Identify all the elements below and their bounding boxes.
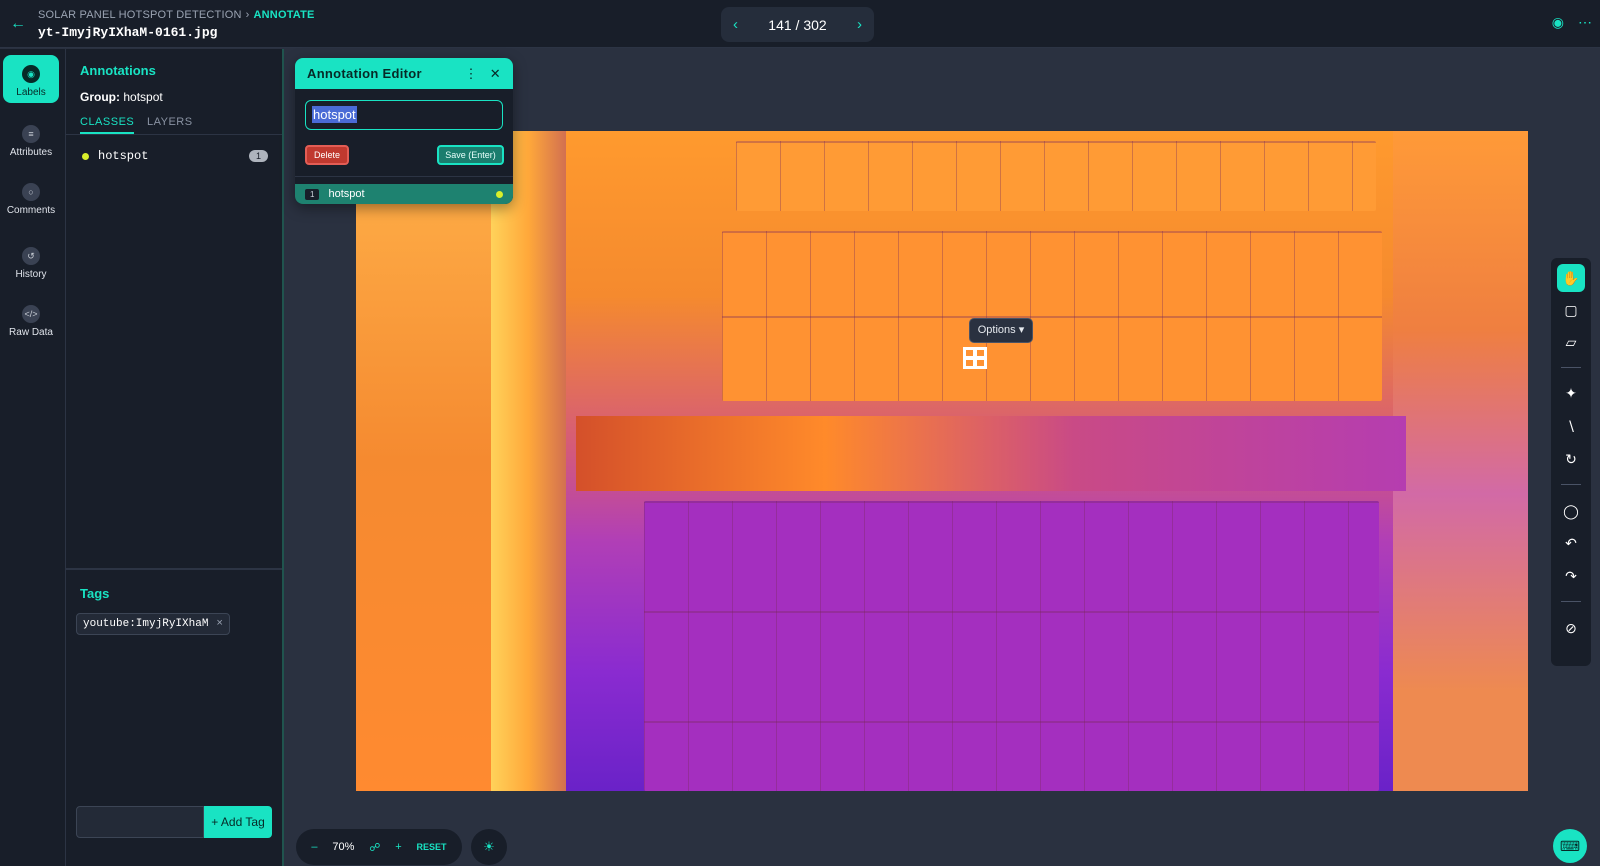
annotations-panel: Annotations Group: hotspot CLASSES LAYER… [66, 49, 284, 866]
divider [66, 568, 282, 570]
image-right-region [1393, 131, 1528, 791]
editor-header: Annotation Editor ⋮ ✕ [295, 58, 513, 89]
solar-panel-row-middle [722, 231, 1382, 401]
options-label: Options [977, 324, 1016, 336]
lock-icon[interactable]: ☍ [369, 841, 380, 854]
kebab-menu-icon[interactable]: ⋮ [464, 66, 477, 82]
rail-labels[interactable]: ◉ Labels [3, 55, 59, 103]
class-name: hotspot [98, 149, 149, 163]
delete-button[interactable]: Delete [305, 145, 349, 165]
solar-panel-row-top [736, 141, 1376, 211]
class-color-dot [82, 152, 89, 160]
rail-history-text: History [15, 269, 47, 280]
group-label: Group: [80, 90, 120, 104]
keyboard-icon[interactable]: ⌨ [1553, 829, 1587, 863]
hide-eye-icon[interactable]: ◉ [1552, 14, 1564, 31]
rail-comments-text: Comments [6, 205, 56, 216]
group-value: hotspot [123, 90, 163, 104]
image-hedge-region [491, 131, 566, 791]
tags-title: Tags [80, 586, 110, 601]
hide-annotations-icon[interactable]: ⊘ [1557, 614, 1585, 642]
zoom-in-icon[interactable]: + [395, 841, 401, 853]
save-button[interactable]: Save (Enter) [437, 145, 504, 165]
suggestion-label: hotspot [328, 188, 365, 200]
breadcrumb-current: ANNOTATE [253, 9, 315, 21]
polygon-icon[interactable]: ▱ [1557, 328, 1585, 356]
suggestion-number: 1 [305, 188, 320, 200]
options-dropdown[interactable]: Options ▾ [969, 318, 1033, 343]
rail-history[interactable]: ↺ History [3, 237, 59, 285]
divider [1561, 601, 1581, 602]
tag-chip: youtube:ImyjRyIXhaM × [76, 613, 231, 635]
reset-button[interactable]: RESET [417, 842, 447, 852]
class-color-dot [496, 190, 503, 198]
rail-attributes[interactable]: ≡ Attributes [3, 115, 59, 163]
label-input[interactable] [305, 100, 503, 130]
group-line: Group: hotspot [80, 90, 163, 104]
zoom-level: 70% [332, 841, 355, 853]
undo-icon[interactable]: ↶ [1557, 529, 1585, 557]
magic-wand-icon[interactable]: ∖ [1557, 412, 1585, 440]
class-item[interactable]: hotspot 1 [82, 147, 268, 165]
rail-raw-data[interactable]: </> Raw Data [3, 295, 59, 343]
rail-attributes-text: Attributes [9, 147, 53, 158]
editor-title: Annotation Editor [307, 66, 422, 81]
remove-tag-icon[interactable]: × [216, 618, 223, 630]
pan-hand-icon[interactable]: ✋ [1557, 264, 1585, 292]
close-icon[interactable]: ✕ [490, 66, 501, 82]
next-image-icon[interactable]: › [857, 16, 862, 33]
divider [295, 176, 513, 177]
top-right-actions: ◉ ⋯ [1552, 14, 1592, 31]
suggestion-row[interactable]: 1 hotspot [295, 184, 513, 204]
annotation-editor: Annotation Editor ⋮ ✕ hotspot Delete Sav… [295, 58, 513, 204]
more-options-icon[interactable]: ⋯ [1578, 14, 1592, 31]
top-bar: ← SOLAR PANEL HOTSPOT DETECTION › ANNOTATE… [0, 0, 1600, 48]
bounding-box-icon[interactable]: ▢ [1557, 296, 1585, 324]
divider [1561, 484, 1581, 485]
labels-icon: ◉ [22, 65, 40, 83]
brightness-icon[interactable]: ☀ [471, 829, 507, 865]
breadcrumb-project[interactable]: SOLAR PANEL HOTSPOT DETECTION [38, 9, 242, 21]
add-tag-button[interactable]: + Add Tag [204, 806, 272, 838]
image-left-region [356, 131, 491, 791]
image-counter: 141 / 302 [768, 16, 827, 33]
chevron-right-icon: › [245, 9, 250, 21]
smart-select-icon[interactable]: ✦ [1557, 379, 1585, 407]
image-pager: ‹ 141 / 302 › [721, 7, 874, 42]
thermal-image[interactable]: Options ▾ [356, 131, 1528, 791]
rail-raw-data-text: Raw Data [9, 327, 53, 338]
list-icon: ≡ [22, 125, 40, 143]
class-count-badge: 1 [248, 150, 268, 162]
rail-comments[interactable]: ○ Comments [3, 173, 59, 221]
panel-tabs: CLASSES LAYERS [66, 113, 282, 135]
code-icon: </> [22, 305, 40, 323]
solar-panel-row-bottom [644, 501, 1379, 791]
comment-icon: ○ [22, 183, 40, 201]
back-arrow-icon[interactable]: ← [8, 14, 28, 34]
comment-icon[interactable]: ◯ [1557, 497, 1585, 525]
tag-input[interactable] [76, 806, 204, 838]
file-name: yt-ImyjRyIXhaM-0161.jpg [38, 25, 218, 40]
redo-icon[interactable]: ↷ [1557, 562, 1585, 590]
tool-palette: ✋ ▢ ▱ ✦ ∖ ↻ ◯ ↶ ↷ ⊘ [1551, 258, 1591, 666]
breadcrumb: SOLAR PANEL HOTSPOT DETECTION › ANNOTATE [38, 9, 315, 21]
tab-layers[interactable]: LAYERS [147, 116, 193, 128]
tab-classes[interactable]: CLASSES [80, 116, 135, 134]
hotspot-annotation-box[interactable] [963, 347, 987, 369]
zoom-controls: – 70% ☍ + RESET [296, 829, 462, 865]
divider [1561, 367, 1581, 368]
refresh-icon[interactable]: ↻ [1557, 445, 1585, 473]
history-icon: ↺ [22, 247, 40, 265]
zoom-out-icon[interactable]: – [311, 841, 317, 853]
panel-title: Annotations [80, 63, 156, 78]
icon-rail: ◉ Labels ≡ Attributes ○ Comments ↺ Histo… [0, 49, 66, 866]
rail-labels-text: Labels [16, 87, 46, 98]
tag-chip-label: youtube:ImyjRyIXhaM [83, 618, 209, 630]
vegetation-band [576, 416, 1406, 491]
previous-image-icon[interactable]: ‹ [733, 16, 738, 33]
